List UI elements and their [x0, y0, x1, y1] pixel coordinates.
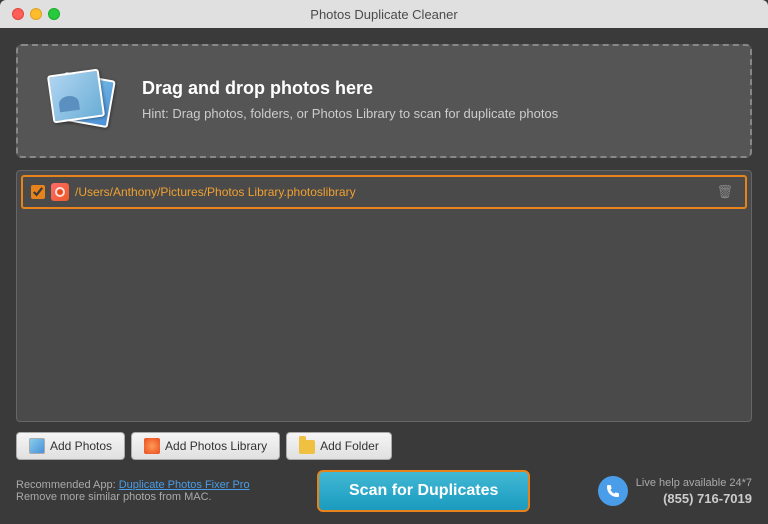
file-checkbox[interactable]	[31, 185, 45, 199]
main-content: Drag and drop photos here Hint: Drag pho…	[0, 28, 768, 524]
remove-text: Remove more similar photos from MAC.	[16, 491, 250, 503]
add-folder-button[interactable]: Add Folder	[286, 432, 392, 460]
recommended-text: Recommended App: Duplicate Photos Fixer …	[16, 479, 250, 491]
recommended-prefix: Recommended App:	[16, 479, 119, 491]
footer-left: Recommended App: Duplicate Photos Fixer …	[16, 479, 250, 503]
phone-number: (855) 716-7019	[636, 491, 752, 506]
library-icon	[51, 183, 69, 201]
window-controls	[12, 8, 60, 20]
delete-icon[interactable]: 🗑	[712, 184, 737, 200]
close-button[interactable]	[12, 8, 24, 20]
add-folder-icon	[299, 440, 315, 454]
minimize-button[interactable]	[30, 8, 42, 20]
add-folder-label: Add Folder	[320, 439, 379, 453]
drop-zone-icon	[42, 66, 122, 136]
maximize-button[interactable]	[48, 8, 60, 20]
live-help-text: Live help available 24*7	[636, 476, 752, 491]
list-item: /Users/Anthony/Pictures/Photos Library.p…	[21, 175, 747, 209]
file-list: /Users/Anthony/Pictures/Photos Library.p…	[16, 170, 752, 422]
add-library-icon	[144, 438, 160, 454]
add-library-button[interactable]: Add Photos Library	[131, 432, 280, 460]
add-library-label: Add Photos Library	[165, 439, 267, 453]
footer-right: Live help available 24*7 (855) 716-7019	[598, 476, 752, 506]
drop-zone[interactable]: Drag and drop photos here Hint: Drag pho…	[16, 44, 752, 158]
recommended-link[interactable]: Duplicate Photos Fixer Pro	[119, 479, 250, 491]
drop-zone-text: Drag and drop photos here Hint: Drag pho…	[142, 78, 558, 123]
add-photos-label: Add Photos	[50, 439, 112, 453]
photo-icon-front	[47, 69, 105, 124]
titlebar: Photos Duplicate Cleaner	[0, 0, 768, 28]
window-title: Photos Duplicate Cleaner	[310, 7, 457, 22]
phone-icon	[598, 476, 628, 506]
footer: Recommended App: Duplicate Photos Fixer …	[16, 470, 752, 512]
toolbar: Add Photos Add Photos Library Add Folder	[16, 432, 752, 460]
drop-zone-hint: Hint: Drag photos, folders, or Photos Li…	[142, 105, 558, 123]
file-path: /Users/Anthony/Pictures/Photos Library.p…	[75, 185, 706, 199]
drop-zone-heading: Drag and drop photos here	[142, 78, 558, 99]
phone-info: Live help available 24*7 (855) 716-7019	[636, 476, 752, 506]
add-photos-icon	[29, 438, 45, 454]
scan-button[interactable]: Scan for Duplicates	[317, 470, 530, 512]
add-photos-button[interactable]: Add Photos	[16, 432, 125, 460]
